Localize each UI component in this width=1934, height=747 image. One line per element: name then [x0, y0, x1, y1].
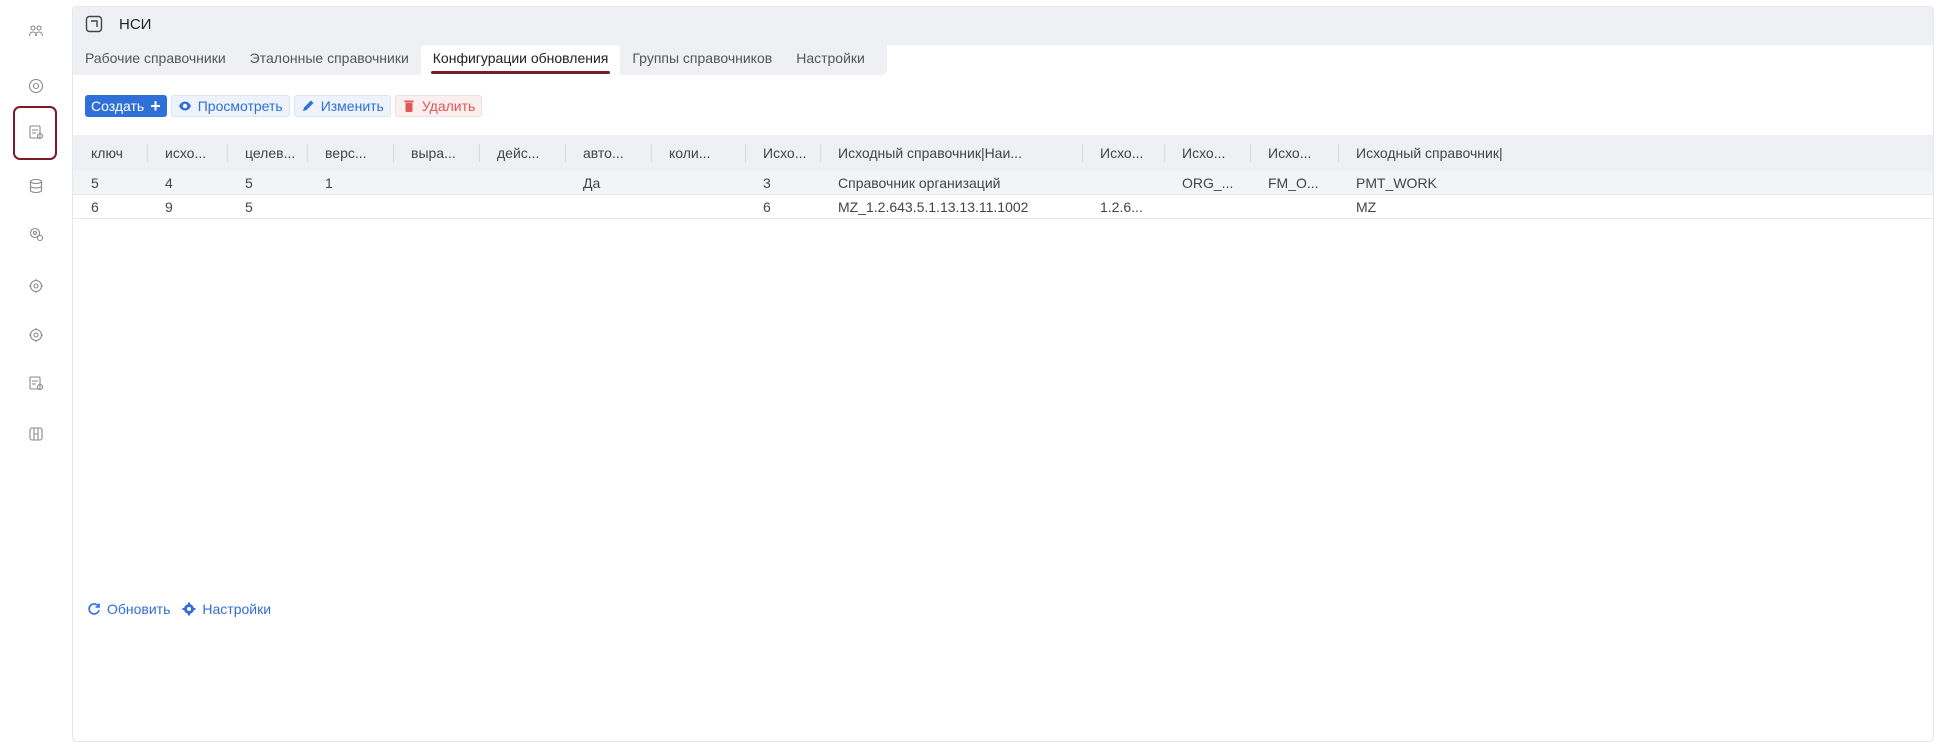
refresh-label: Обновить: [107, 601, 171, 617]
toolbar: Создать + Просмотреть Изменить Удалить: [85, 95, 483, 117]
server-icon[interactable]: [28, 426, 44, 442]
table-clock-icon[interactable]: [28, 375, 44, 391]
column-header[interactable]: дейс...: [479, 135, 565, 171]
table-cell: 5: [91, 174, 99, 191]
tab-label: Эталонные справочники: [249, 50, 409, 66]
table-row[interactable]: 5 4 5 1 Да 3 Справочник организаций ORG_…: [73, 171, 1933, 195]
table-body: 5 4 5 1 Да 3 Справочник организаций ORG_…: [73, 171, 1933, 219]
table-cell: 5: [245, 198, 253, 215]
tab-working-directories[interactable]: Рабочие справочники: [73, 45, 238, 75]
table-cell: MZ: [1356, 198, 1377, 215]
column-header[interactable]: авто...: [565, 135, 651, 171]
table-cell: 1.2.6...: [1100, 198, 1143, 215]
table-cell: [393, 195, 479, 219]
gear-icon[interactable]: [28, 327, 44, 343]
tab-label: Группы справочников: [632, 50, 773, 66]
gear-icon: [182, 602, 196, 616]
table-cell: PMT_WORK: [1356, 174, 1437, 191]
window-titlebar: НСИ: [73, 7, 1933, 45]
left-rail: [0, 0, 70, 747]
expand-icon[interactable]: [85, 15, 103, 33]
edit-button-label: Изменить: [320, 98, 384, 114]
eye-icon: [178, 101, 191, 111]
tab-label: Настройки: [796, 50, 865, 66]
delete-button[interactable]: Удалить: [394, 95, 483, 117]
column-header[interactable]: Исхо...: [745, 135, 820, 171]
tab-directory-groups[interactable]: Группы справочников: [620, 45, 784, 75]
trash-icon: [404, 100, 414, 112]
table-cell: 6: [91, 198, 99, 215]
table-cell: [393, 171, 479, 195]
tab-update-configurations[interactable]: Конфигурации обновления: [420, 45, 621, 75]
column-header[interactable]: выра...: [393, 135, 479, 171]
table-cell: 5: [245, 174, 253, 191]
table-header: ключ исхо... целев... верс... выра... де…: [73, 135, 1933, 171]
table-cell: [565, 195, 651, 219]
refresh-button[interactable]: Обновить: [87, 601, 170, 617]
active-tab-underline: [430, 71, 611, 74]
table-cell: 1: [325, 174, 333, 191]
column-header[interactable]: Исхо...: [1082, 135, 1164, 171]
table-row[interactable]: 6 9 5 6 MZ_1.2.643.5.1.13.13.11.1002 1.2…: [73, 195, 1933, 219]
table-cell: [479, 171, 565, 195]
gear-icon[interactable]: [28, 278, 44, 294]
create-button[interactable]: Создать +: [85, 95, 167, 117]
table-cell: Да: [583, 174, 601, 191]
settings-label: Настройки: [202, 601, 272, 617]
table-cell: 9: [165, 198, 173, 215]
table-cell: 4: [165, 174, 173, 191]
column-header[interactable]: коли...: [651, 135, 745, 171]
refresh-icon: [88, 603, 100, 615]
column-header[interactable]: Исходный справочник|Наи...: [820, 135, 1082, 171]
database-icon[interactable]: [28, 178, 44, 194]
gear-clock-icon[interactable]: [28, 226, 44, 242]
eye-circle-icon[interactable]: [28, 78, 44, 94]
tab-reference-directories[interactable]: Эталонные справочники: [238, 45, 421, 75]
window-title: НСИ: [119, 16, 152, 33]
view-button-label: Просмотреть: [197, 98, 283, 114]
plus-icon: +: [150, 96, 161, 116]
table-clock-icon[interactable]: [28, 124, 44, 140]
column-header[interactable]: целев...: [227, 135, 307, 171]
column-header[interactable]: исхо...: [147, 135, 227, 171]
column-header[interactable]: Исходный справочник|: [1338, 135, 1578, 171]
table-cell: Справочник организаций: [838, 174, 1001, 191]
tab-settings[interactable]: Настройки: [784, 45, 877, 75]
table-cell: FM_O...: [1268, 174, 1319, 191]
tab-bar: Рабочие справочники Эталонные справочник…: [73, 45, 887, 75]
data-table: ключ исхо... целев... верс... выра... де…: [73, 135, 1933, 219]
column-header[interactable]: Исхо...: [1164, 135, 1250, 171]
main-panel: НСИ Рабочие справочники Эталонные справо…: [72, 6, 1934, 742]
tab-label: Рабочие справочники: [85, 50, 226, 66]
column-header[interactable]: ключ: [73, 135, 147, 171]
table-cell: [307, 195, 393, 219]
table-cell: [1164, 195, 1250, 219]
table-cell: 3: [763, 174, 771, 191]
footer-bar: Обновить Настройки: [87, 601, 271, 617]
column-header[interactable]: Исхо...: [1250, 135, 1338, 171]
table-cell: MZ_1.2.643.5.1.13.13.11.1002: [838, 198, 1029, 215]
delete-button-label: Удалить: [421, 98, 476, 114]
create-button-label: Создать: [91, 98, 145, 114]
table-cell: 6: [763, 198, 771, 215]
tab-label: Конфигурации обновления: [432, 50, 609, 66]
table-cell: [651, 195, 745, 219]
table-cell: [1250, 195, 1338, 219]
view-button[interactable]: Просмотреть: [170, 95, 290, 117]
table-cell: [479, 195, 565, 219]
edit-button[interactable]: Изменить: [293, 95, 391, 117]
table-cell: [1082, 171, 1164, 195]
column-header[interactable]: верс...: [307, 135, 393, 171]
table-cell: ORG_...: [1182, 174, 1234, 191]
people-icon[interactable]: [28, 23, 44, 39]
table-cell: [651, 171, 745, 195]
settings-button[interactable]: Настройки: [182, 601, 271, 617]
pencil-icon: [302, 100, 314, 111]
